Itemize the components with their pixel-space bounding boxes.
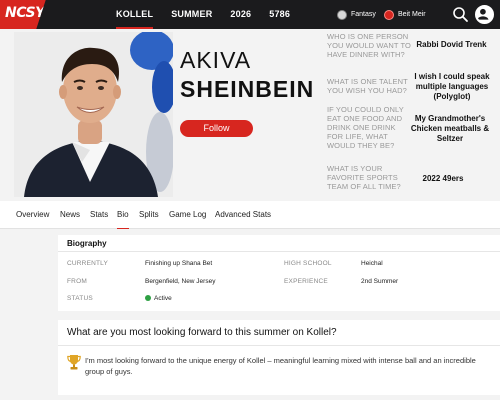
player-photo	[14, 32, 173, 197]
nav-link-kollel[interactable]: KOLLEL	[116, 0, 154, 29]
tab-advanced-stats[interactable]: Advanced Stats	[215, 201, 271, 229]
qa-answer: 2022 49ers	[422, 174, 464, 183]
qa-question: WHO IS ONE PERSON YOU WOULD WANT TO HAVE…	[327, 32, 411, 59]
qa-question: IF YOU COULD ONLY EAT ONE FOOD AND DRINK…	[327, 105, 404, 150]
biography-card: Biography CURRENTLY Finishing up Shana B…	[58, 235, 500, 311]
question-answer: I'm most looking forward to the unique e…	[85, 356, 476, 376]
qa-question: WHAT IS YOUR FAVORITE SPORTS TEAM OF ALL…	[327, 164, 401, 191]
currently-label: CURRENTLY	[67, 260, 109, 267]
question-title: What are you most looking forward to thi…	[67, 327, 337, 338]
qa-answer: Rabbi Dovid Trenk	[416, 40, 487, 49]
status-value: Active	[154, 295, 172, 302]
nav-team-beit-meir-label: Beit Meir	[398, 11, 426, 18]
high-school-label: HIGH SCHOOL	[284, 260, 332, 267]
high-school-value: Heichal	[361, 260, 383, 267]
tab-splits[interactable]: Splits	[139, 201, 159, 229]
question-card: What are you most looking forward to thi…	[58, 320, 500, 395]
tab-overview[interactable]: Overview	[16, 201, 49, 229]
tab-bio[interactable]: Bio	[117, 201, 129, 230]
nav-team-fantasy-label: Fantasy	[351, 11, 376, 18]
qa-answer: I wish I could speak multiple languages …	[414, 72, 490, 101]
divider	[58, 345, 500, 346]
nav-link-2026[interactable]: 2026	[230, 0, 251, 29]
divider	[58, 251, 500, 252]
biography-title: Biography	[67, 239, 107, 248]
player-first-name: AKIVA	[180, 47, 252, 73]
trophy-icon	[67, 355, 81, 370]
from-label: FROM	[67, 278, 87, 285]
nav-team-fantasy[interactable]: Fantasy	[337, 0, 376, 29]
qa-answer: My Grandmother's Chicken meatballs & Sel…	[410, 114, 490, 143]
tab-stats[interactable]: Stats	[90, 201, 108, 229]
player-tabs: Overview News Stats Bio Splits Game Log …	[0, 201, 500, 230]
player-last-name: SHEINBEIN	[180, 76, 315, 102]
follow-button[interactable]: Follow	[180, 120, 253, 137]
status-label: STATUS	[67, 295, 93, 302]
experience-label: EXPERIENCE	[284, 278, 328, 285]
search-icon[interactable]	[452, 6, 469, 23]
team-badge-icon	[384, 9, 394, 20]
tab-news[interactable]: News	[60, 201, 80, 229]
logo-text: NCSY	[5, 5, 45, 21]
from-value: Bergenfield, New Jersey	[145, 278, 216, 285]
qa-question: WHAT IS ONE TALENT YOU WISH YOU HAD?	[327, 77, 408, 95]
experience-value: 2nd Summer	[361, 278, 399, 285]
nav-team-beit-meir[interactable]: Beit Meir	[384, 0, 426, 29]
site-logo[interactable]: NCSY	[0, 0, 47, 29]
team-badge-icon	[337, 9, 347, 20]
currently-value: Finishing up Shana Bet	[145, 260, 213, 267]
nav-link-summer[interactable]: SUMMER	[171, 0, 212, 29]
nav-links: KOLLEL SUMMER 2026 5786	[116, 0, 308, 29]
top-navigation-bar: NCSY KOLLEL SUMMER 2026 5786 Fantasy Bei…	[0, 0, 500, 29]
tab-game-log[interactable]: Game Log	[169, 201, 206, 229]
status-active-dot-icon	[145, 295, 151, 301]
nav-link-5786[interactable]: 5786	[269, 0, 290, 29]
user-avatar-icon[interactable]	[475, 5, 494, 24]
